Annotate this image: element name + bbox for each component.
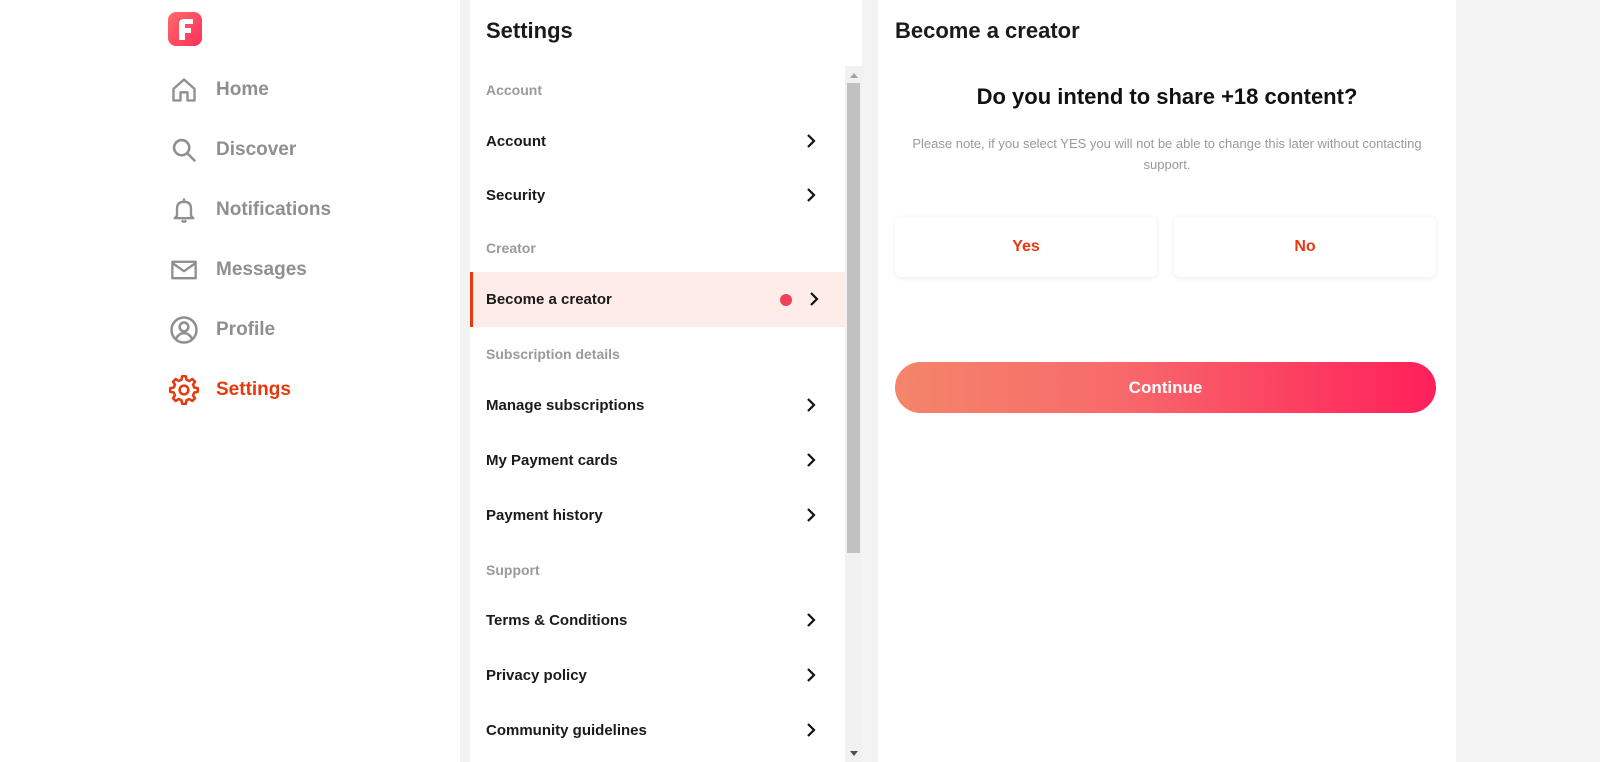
chevron-right-icon [807,668,816,682]
become-creator-panel: Become a creator Do you intend to share … [878,0,1456,762]
settings-item-label: My Payment cards [486,452,618,469]
nav-settings-label: Settings [216,379,291,400]
gear-icon [168,374,200,406]
settings-item-payment-history[interactable]: Payment history [470,488,845,543]
settings-item-label: Terms & Conditions [486,612,628,629]
section-label-subscription: Subscription details [486,346,620,362]
home-icon [168,74,200,106]
settings-item-privacy[interactable]: Privacy policy [470,648,845,703]
no-button[interactable]: No [1174,217,1436,277]
scroll-thumb[interactable] [847,83,860,553]
notification-dot [780,294,792,306]
settings-item-label: Payment history [486,507,603,524]
settings-item-manage-subscriptions[interactable]: Manage subscriptions [470,378,845,433]
creator-question: Do you intend to share +18 content? [976,84,1358,109]
nav-notifications-label: Notifications [216,199,332,220]
scroll-up-arrow-icon[interactable] [845,66,862,83]
chevron-right-icon [807,188,816,202]
chevron-right-icon [807,134,816,148]
nav-profile[interactable]: Profile [168,310,428,350]
section-label-creator: Creator [486,240,536,256]
search-icon [168,134,200,166]
settings-item-label: Become a creator [486,291,612,308]
bell-icon [168,194,200,226]
yes-button[interactable]: Yes [895,217,1157,277]
nav-profile-label: Profile [216,319,276,340]
nav-messages[interactable]: Messages [168,250,428,290]
settings-title: Settings [486,18,573,43]
nav-discover[interactable]: Discover [168,130,428,170]
section-label-support: Support [486,562,540,578]
settings-item-label: Manage subscriptions [486,397,645,414]
app-logo-icon[interactable] [168,12,202,46]
nav-home[interactable]: Home [168,70,428,110]
chevron-right-icon [810,292,819,306]
settings-scrollbar[interactable] [845,66,862,762]
nav-home-label: Home [216,79,269,100]
nav-messages-label: Messages [216,259,307,280]
continue-button[interactable]: Continue [895,362,1436,413]
settings-item-label: Security [486,187,546,204]
chevron-right-icon [807,508,816,522]
left-navigation: Home Discover Notifications Messages Pro… [0,0,460,762]
chevron-right-icon [807,453,816,467]
settings-item-become-creator[interactable]: Become a creator [470,272,845,327]
settings-item-label: Account [486,133,546,150]
scroll-down-arrow-icon[interactable] [845,745,862,762]
nav-settings[interactable]: Settings [168,370,428,410]
profile-icon [168,314,200,346]
creator-note: Please note, if you select YES you will … [912,136,1422,172]
panel-title: Become a creator [895,18,1080,43]
settings-item-terms[interactable]: Terms & Conditions [470,593,845,648]
settings-list[interactable]: Account Account Security Creator Become … [470,66,845,762]
nav-notifications[interactable]: Notifications [168,190,428,230]
chevron-right-icon [807,723,816,737]
nav-discover-label: Discover [216,139,297,160]
settings-item-security[interactable]: Security [470,168,845,223]
settings-panel: Settings Account Account Security Creato… [470,0,862,762]
settings-item-account[interactable]: Account [470,114,845,169]
chevron-right-icon [807,398,816,412]
mail-icon [168,254,200,286]
settings-item-label: Community guidelines [486,722,647,739]
settings-item-label: Privacy policy [486,667,587,684]
settings-item-payment-cards[interactable]: My Payment cards [470,433,845,488]
section-label-account: Account [486,82,542,98]
settings-item-community[interactable]: Community guidelines [470,703,845,758]
chevron-right-icon [807,613,816,627]
